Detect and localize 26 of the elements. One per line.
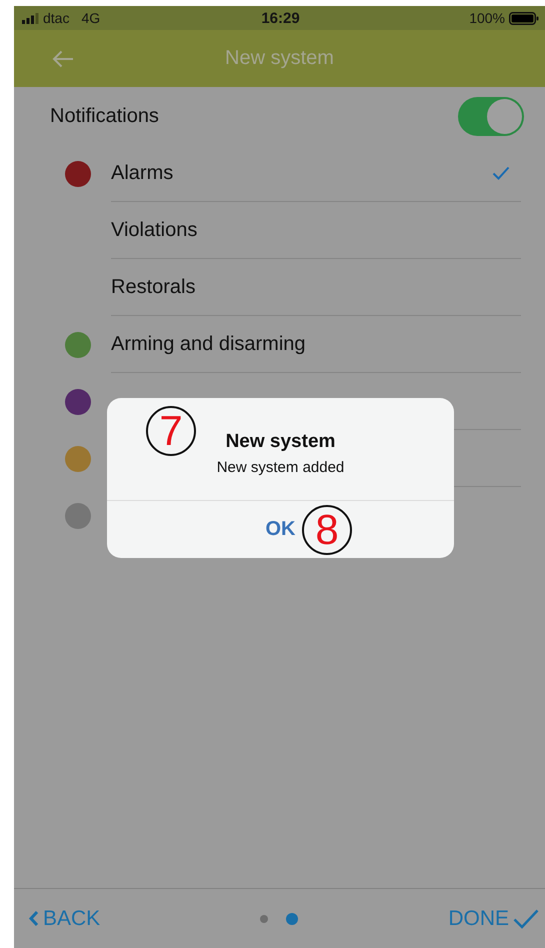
list-row[interactable]: Alarms [111, 145, 521, 202]
battery-percent: 100% [469, 10, 505, 26]
annotation-marker: 7 [146, 406, 196, 456]
annotation-marker: 8 [302, 505, 352, 555]
notifications-label: Notifications [50, 104, 159, 128]
chevron-left-icon [28, 910, 39, 927]
list-row[interactable]: Arming and disarming [111, 316, 521, 373]
notification-type[interactable]: Arming and disarming [111, 332, 306, 356]
checkmark-icon [513, 908, 539, 928]
list-row[interactable]: Violations [111, 202, 521, 259]
page-dot[interactable] [286, 912, 298, 924]
notifications-toggle[interactable] [458, 96, 524, 136]
dialog-title: New system [226, 430, 336, 452]
notification-type[interactable]: Violations [111, 218, 198, 242]
page-dot[interactable] [260, 914, 268, 922]
signal-icon [22, 12, 39, 24]
network-label: 4G [81, 10, 100, 26]
dialog-message: New system added [216, 458, 344, 476]
notification-type[interactable]: Alarms [111, 162, 174, 184]
carrier-label: dtac [43, 10, 70, 26]
back-arrow-icon [52, 50, 74, 68]
notification-type[interactable]: Restorals [111, 276, 196, 298]
clock: 16:29 [261, 10, 300, 26]
battery-icon [509, 12, 539, 24]
screen-title: New system [225, 47, 334, 70]
list-row[interactable]: Restorals [111, 259, 521, 316]
